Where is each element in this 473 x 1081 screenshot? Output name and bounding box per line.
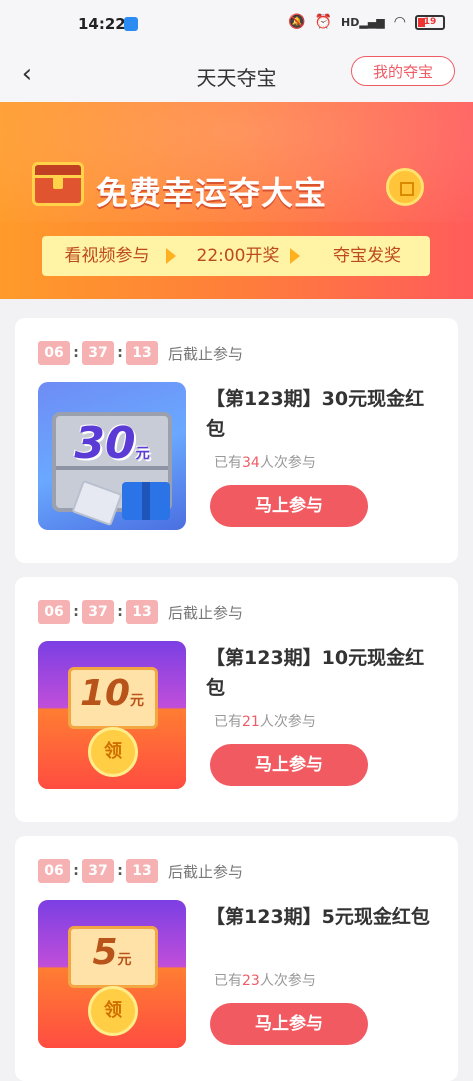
countdown-minutes: 37 [82,341,114,365]
participants-count: 已有34人次参与 [214,455,316,471]
time-separator: : [73,345,79,361]
prize-image-5[interactable]: 5元 领 [38,900,186,1048]
prize-title[interactable]: 【第123期】10元现金红包 [206,643,438,703]
countdown-timer: 06 : 37 : 13 后截止参与 [38,599,243,625]
participants-count: 已有23人次参与 [214,973,316,989]
prize-amount-label: 5元 [92,932,132,973]
countdown-timer: 06 : 37 : 13 后截止参与 [38,340,243,366]
status-icons: 🔕 ⏰ HD▂▄▆ ◠ 19 [288,14,445,30]
process-steps: 看视频参与 22:00开奖 夺宝发奖 [42,236,430,276]
back-arrow-icon: ‹ [21,59,33,89]
prize-image-30[interactable]: 30元 [38,382,186,530]
prize-image-10[interactable]: 10元 领 [38,641,186,789]
step-draw-time: 22:00开奖 [196,246,280,266]
countdown-hours: 06 [38,600,70,624]
status-time: 14:22 [78,15,126,33]
my-treasure-button[interactable]: 我的夺宝 [351,56,455,86]
alarm-icon: ⏰ [314,14,333,30]
prize-title[interactable]: 【第123期】5元现金红包 [206,902,438,932]
mute-icon: 🔕 [288,14,306,30]
coin-icon [386,168,424,206]
step-watch-video: 看视频参与 [64,246,150,266]
countdown-minutes: 37 [82,859,114,883]
header: ‹ 天天夺宝 我的夺宝 [0,50,473,102]
back-button[interactable]: ‹ [12,60,42,90]
countdown-minutes: 37 [82,600,114,624]
step-award: 夺宝发奖 [333,246,401,266]
prize-title[interactable]: 【第123期】30元现金红包 [206,384,438,444]
step-arrow-icon [166,248,176,264]
gift-box-illustration [122,482,170,520]
wifi-icon: ◠ [393,14,406,30]
time-separator: : [117,604,123,620]
battery-level: 19 [423,16,437,27]
countdown-seconds: 13 [126,600,158,624]
join-button[interactable]: 马上参与 [210,744,368,786]
join-button[interactable]: 马上参与 [210,1003,368,1045]
countdown-timer: 06 : 37 : 13 后截止参与 [38,858,243,884]
time-separator: : [73,863,79,879]
prize-card: 06 : 37 : 13 后截止参与 10元 领 【第123期】10元现金红包 … [15,577,458,822]
app-notification-icon [124,17,138,31]
battery-icon: 19 [415,14,445,30]
banner-title: 免费幸运夺大宝 [96,174,328,212]
countdown-hours: 06 [38,341,70,365]
prize-card: 06 : 37 : 13 后截止参与 30元 【第123期】30元现金红包 已有… [15,318,458,563]
participants-number: 21 [242,714,260,730]
countdown-label: 后截止参与 [168,862,244,881]
time-separator: : [117,863,123,879]
countdown-label: 后截止参与 [168,344,244,363]
countdown-label: 后截止参与 [168,603,244,622]
countdown-seconds: 13 [126,341,158,365]
countdown-hours: 06 [38,859,70,883]
prize-card: 06 : 37 : 13 后截止参与 5元 领 【第123期】5元现金红包 已有… [15,836,458,1081]
signal-icon: HD▂▄▆ [341,15,385,29]
countdown-seconds: 13 [126,859,158,883]
join-button[interactable]: 马上参与 [210,485,368,527]
time-separator: : [117,345,123,361]
participants-number: 34 [242,455,260,471]
claim-coin-icon: 领 [88,727,138,777]
prize-amount-label: 30元 [74,418,150,469]
banner: 免费幸运夺大宝 看视频参与 22:00开奖 夺宝发奖 [0,102,473,299]
prize-amount-label: 10元 [79,673,145,714]
claim-coin-icon: 领 [88,986,138,1036]
participants-count: 已有21人次参与 [214,714,316,730]
participants-number: 23 [242,973,260,989]
treasure-chest-icon [32,162,84,206]
time-separator: : [73,604,79,620]
status-bar: 14:22 🔕 ⏰ HD▂▄▆ ◠ 19 [0,0,473,50]
step-arrow-icon [290,248,300,264]
